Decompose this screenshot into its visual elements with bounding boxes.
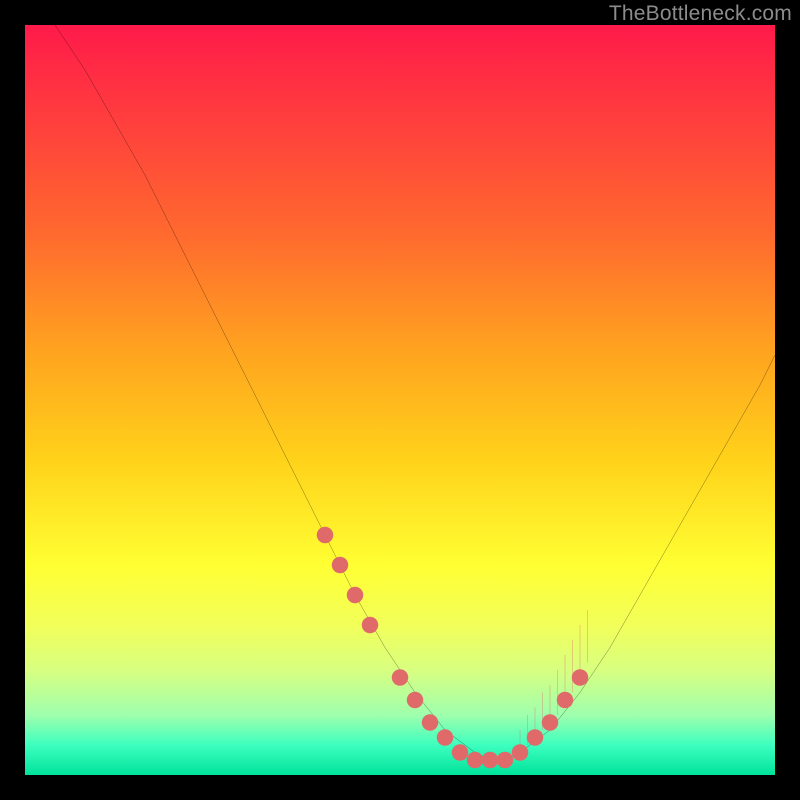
highlight-dots (317, 527, 589, 769)
chart-plot-area (25, 25, 775, 775)
bottleneck-curve (55, 25, 775, 760)
chart-frame: TheBottleneck.com (0, 0, 800, 800)
watermark-text: TheBottleneck.com (609, 2, 792, 26)
chart-svg (25, 25, 775, 775)
